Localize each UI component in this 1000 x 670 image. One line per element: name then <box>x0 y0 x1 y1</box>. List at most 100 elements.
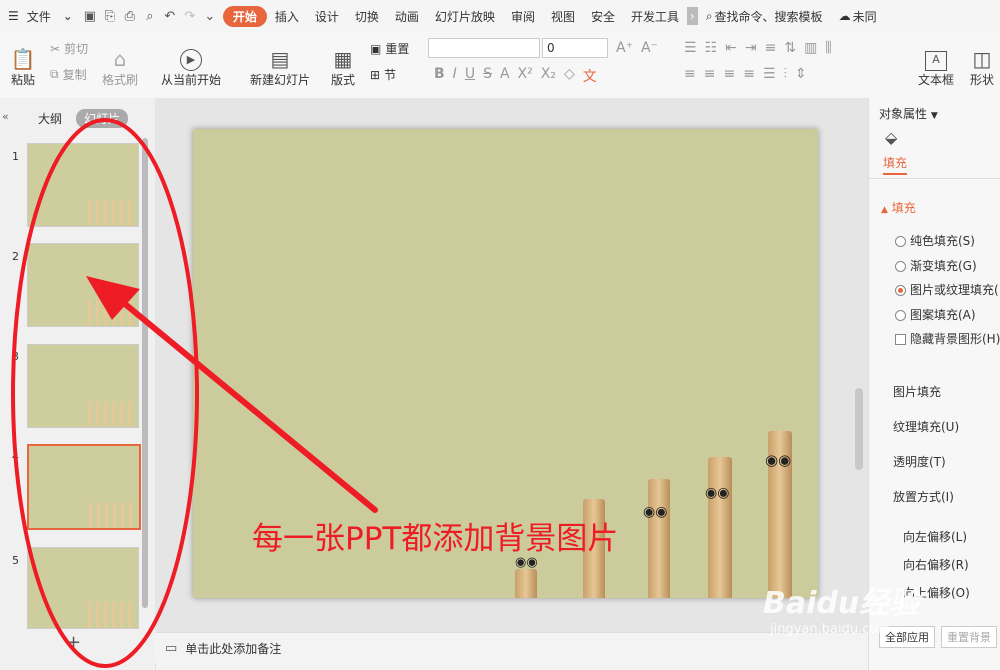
decrease-indent-icon[interactable]: ⇤ <box>725 40 737 56</box>
italic-icon[interactable]: I <box>453 66 457 86</box>
justify-icon[interactable]: ≡ <box>743 66 755 82</box>
shrink-font-icon[interactable]: A⁻ <box>641 40 658 56</box>
tab-security[interactable]: 安全 <box>583 8 623 25</box>
reset-button[interactable]: ▣ 重置 <box>370 40 409 57</box>
tab-transition[interactable]: 切换 <box>347 8 387 25</box>
bold-icon[interactable]: B <box>434 66 445 86</box>
hide-bg-checkbox[interactable]: 隐藏背景图形(H) <box>895 330 1000 347</box>
align-text-icon[interactable]: ⫼ <box>825 40 831 56</box>
distribute-icon[interactable]: ☰ <box>763 66 776 82</box>
column-icon[interactable]: ▥ <box>804 40 817 56</box>
align-center-icon[interactable]: ≡ <box>704 66 716 82</box>
strikethrough-icon[interactable]: S <box>483 66 492 86</box>
grow-font-icon[interactable]: A⁺ <box>616 40 633 56</box>
superscript-icon[interactable]: X² <box>518 66 533 86</box>
gradient-fill-option[interactable]: 渐变填充(G) <box>895 257 977 274</box>
option-label: 图片或纹理填充( <box>910 283 999 297</box>
chevron-down-icon[interactable]: ⌄ <box>59 9 77 23</box>
eraser-icon[interactable]: ◇ <box>564 66 575 86</box>
save-icon[interactable]: ▣ <box>81 9 99 24</box>
panel-title-label: 对象属性 <box>879 107 928 121</box>
shape-button[interactable]: ◫ 形状 <box>964 38 1000 88</box>
panel-scrollbar[interactable] <box>142 138 148 608</box>
slide-thumbnail-1[interactable] <box>27 143 139 227</box>
redo-icon[interactable]: ↷ <box>181 9 199 24</box>
picture-fill-option[interactable]: 图片或纹理填充( <box>895 281 999 298</box>
tab-animation[interactable]: 动画 <box>387 8 427 25</box>
fill-section-header[interactable]: ▲ 填充 <box>881 199 916 216</box>
format-painter-label: 格式刷 <box>101 73 138 87</box>
vertical-align-icon[interactable]: ⫶ <box>784 66 788 82</box>
eyes: ◉◉ <box>765 451 792 469</box>
baidu-watermark: Baidu经验 <box>763 586 920 621</box>
reset-background-button[interactable]: 重置背景 <box>941 626 997 648</box>
preview-icon[interactable]: ⌕ <box>141 9 159 24</box>
numbered-list-icon[interactable]: ☷ <box>705 40 718 56</box>
underline-icon[interactable]: U <box>465 66 475 86</box>
tab-slideshow[interactable]: 幻灯片放映 <box>427 8 503 25</box>
slide-thumbnail-3[interactable] <box>27 344 139 428</box>
canvas-scrollbar[interactable] <box>855 388 863 470</box>
increase-indent-icon[interactable]: ⇥ <box>745 40 757 56</box>
bullet-list-icon[interactable]: ☰ <box>684 40 697 56</box>
align-right-icon[interactable]: ≡ <box>723 66 735 82</box>
line-spacing-icon[interactable]: ≡ <box>765 40 777 56</box>
subscript-icon[interactable]: X₂ <box>541 66 556 86</box>
radio-icon <box>895 310 906 321</box>
paragraph-row-2: ≡ ≡ ≡ ≡ ☰ ⫶ ⇕ <box>684 66 807 82</box>
from-current-button[interactable]: ▶ 从当前开始 <box>155 38 227 88</box>
fill-bucket-icon[interactable]: ⬙ <box>885 128 897 147</box>
phonetic-icon[interactable]: 文 <box>583 66 597 86</box>
slide-thumbnail-4[interactable] <box>27 444 141 530</box>
line-height-icon[interactable]: ⇕ <box>795 66 807 82</box>
solid-fill-option[interactable]: 纯色填充(S) <box>895 232 975 249</box>
tab-slides[interactable]: 幻灯片 <box>76 109 129 128</box>
textbox-button[interactable]: A 文本框 <box>914 38 958 88</box>
scroll-right-icon[interactable]: › <box>687 7 698 25</box>
pattern-fill-option[interactable]: 图案填充(A) <box>895 306 976 323</box>
section-button[interactable]: ⊞ 节 <box>370 66 396 83</box>
text-direction-icon[interactable]: ⇅ <box>784 40 796 56</box>
font-color-icon[interactable]: A <box>500 66 510 86</box>
search-icon: ⌕ <box>705 8 713 23</box>
panel-title[interactable]: 对象属性 ▼ <box>879 105 938 122</box>
layout-button[interactable]: ▦ 版式 <box>325 38 361 88</box>
file-menu[interactable]: 文件 <box>27 8 59 25</box>
collapse-panel-icon[interactable]: « <box>2 110 9 123</box>
cut-label: 剪切 <box>64 42 89 56</box>
print-icon[interactable]: ⎙ <box>121 9 139 24</box>
notes-bar[interactable]: ▭ 单击此处添加备注 <box>155 632 868 663</box>
more-icon[interactable]: ⌄ <box>201 9 219 24</box>
tab-outline[interactable]: 大纲 <box>38 110 62 127</box>
slide-thumbnail-2[interactable] <box>27 243 139 327</box>
add-slide-icon[interactable]: + <box>66 632 81 653</box>
format-painter-button[interactable]: ⌂ 格式刷 <box>100 38 140 88</box>
search-box[interactable]: ⌕ 查找命令、搜索模板 <box>698 8 831 25</box>
new-slide-button[interactable]: ▤ 新建幻灯片 <box>245 38 315 88</box>
hamburger-icon[interactable]: ☰ <box>0 9 27 23</box>
option-label: 渐变填充(G) <box>910 259 977 273</box>
undo-icon[interactable]: ↶ <box>161 9 179 24</box>
font-family-select[interactable] <box>428 38 540 58</box>
tab-review[interactable]: 审阅 <box>503 8 543 25</box>
slide-thumbnail-5[interactable] <box>27 547 139 629</box>
export-icon[interactable]: ⎘ <box>101 9 119 24</box>
sync-status[interactable]: ☁ 未同 <box>831 8 885 25</box>
textbox-label: 文本框 <box>917 73 954 87</box>
tab-view[interactable]: 视图 <box>543 8 583 25</box>
sync-label: 未同 <box>852 9 877 24</box>
stick-figure <box>515 569 537 598</box>
tab-start[interactable]: 开始 <box>222 5 267 27</box>
paste-button[interactable]: 📋 粘贴 <box>6 38 40 88</box>
stick-figure <box>648 479 670 598</box>
align-left-icon[interactable]: ≡ <box>684 66 696 82</box>
cut-button[interactable]: ✂ 剪切 <box>50 40 88 57</box>
font-size-select[interactable]: 0 <box>542 38 608 58</box>
tab-design[interactable]: 设计 <box>307 8 347 25</box>
thumb-sticks <box>89 502 133 528</box>
tab-developer[interactable]: 开发工具 <box>623 8 687 25</box>
tab-insert[interactable]: 插入 <box>267 8 307 25</box>
copy-button[interactable]: ⧉ 复制 <box>50 66 87 83</box>
fill-tab[interactable]: 填充 <box>883 154 908 175</box>
font-size-value: 0 <box>547 41 555 55</box>
